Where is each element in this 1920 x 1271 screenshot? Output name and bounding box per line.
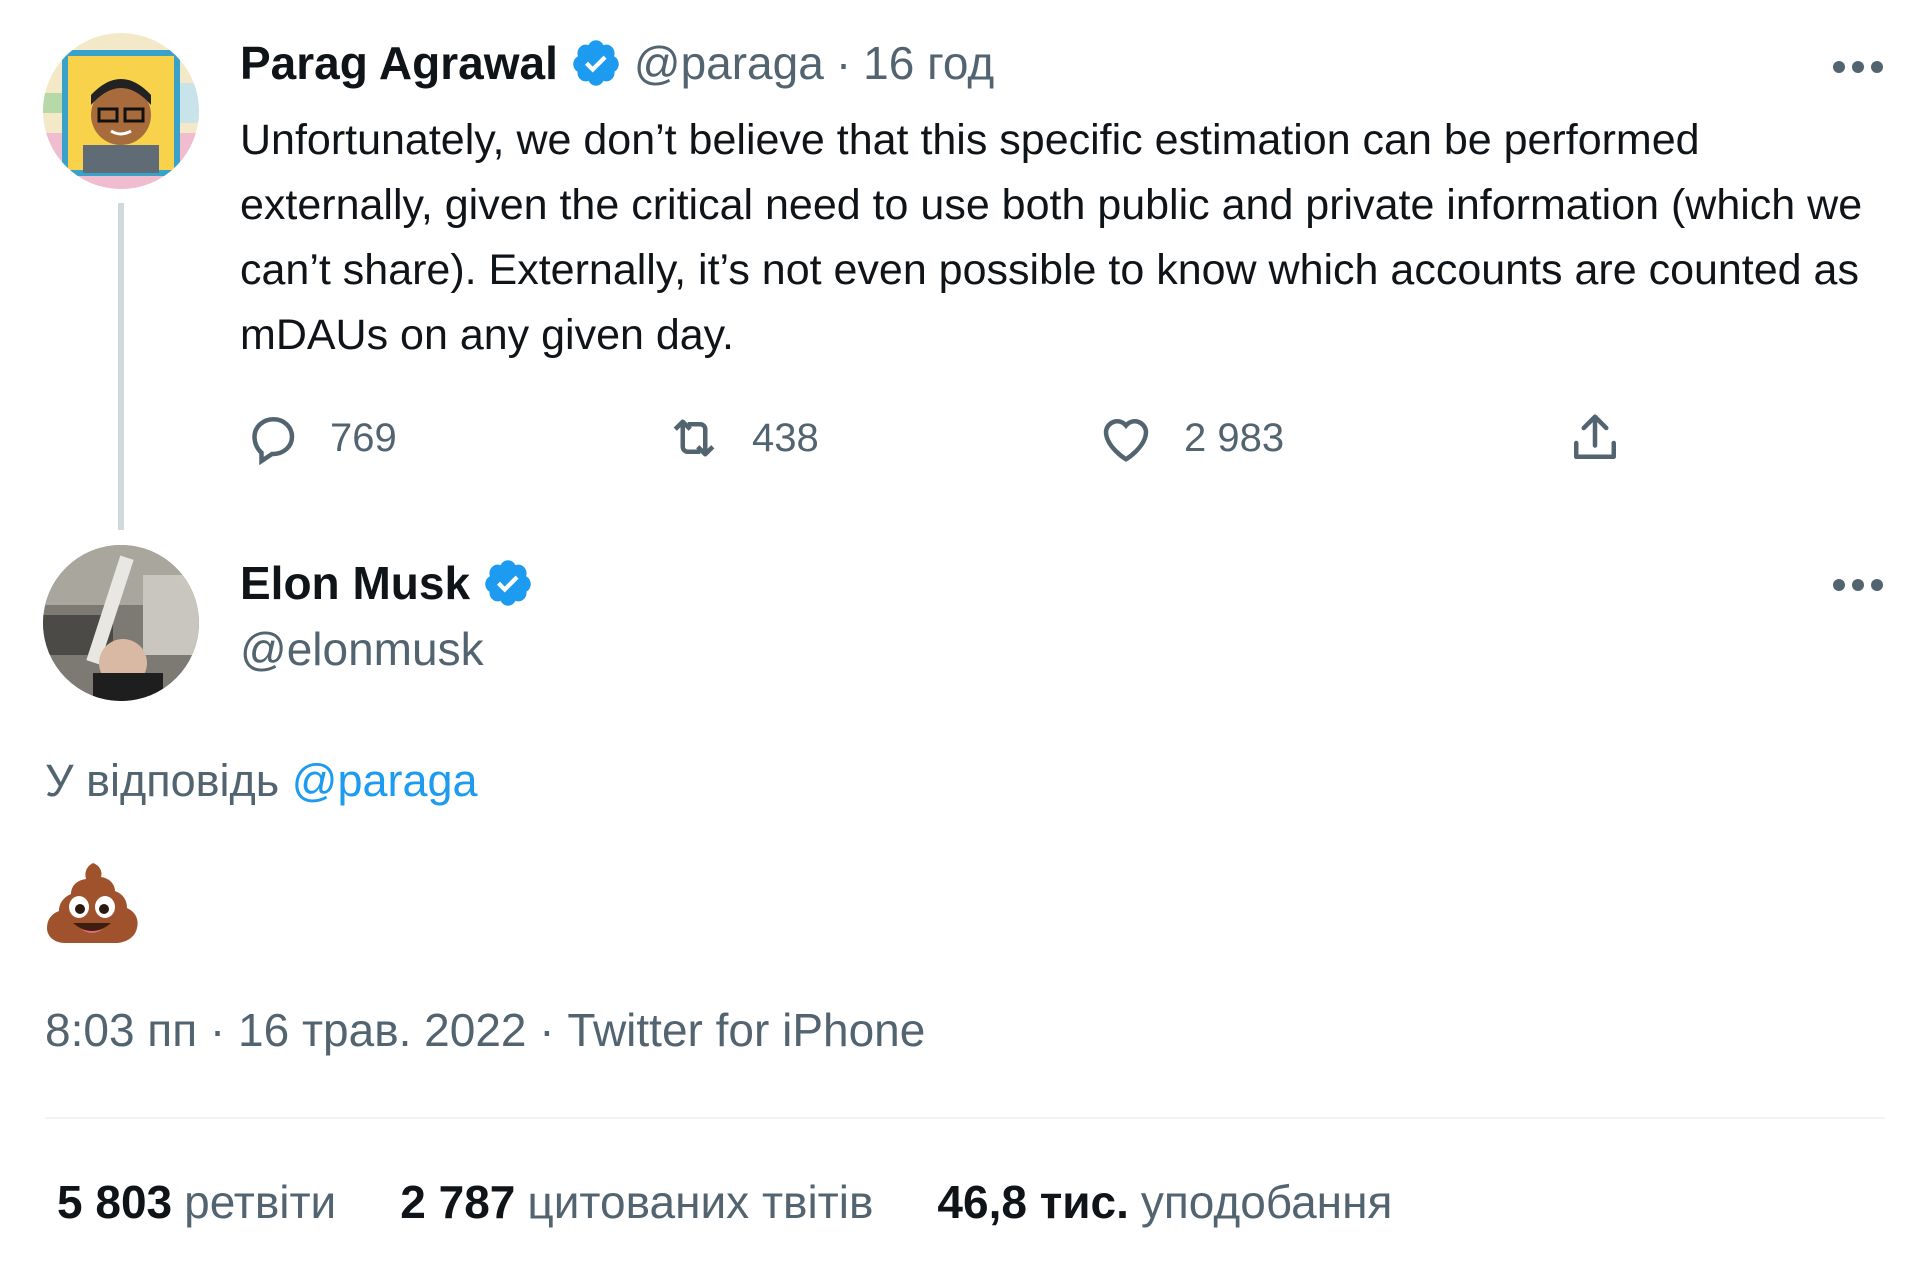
parag-avatar[interactable] [43, 33, 199, 189]
more-options-icon[interactable] [1832, 578, 1884, 592]
reply-action[interactable]: 769 [242, 408, 397, 468]
likes-total: 46,8 тис. [937, 1176, 1129, 1228]
main-author-handle[interactable]: @elonmusk [240, 622, 484, 676]
like-action[interactable]: 2 983 [1096, 408, 1284, 468]
retweet-action[interactable]: 438 [664, 408, 819, 468]
header-separator: · [835, 37, 852, 89]
reply-icon [252, 416, 295, 466]
main-tweet-header: Elon Musk [240, 556, 534, 610]
quote-tweets-total: 2 787 [400, 1176, 516, 1228]
pile-of-poo-emoji-icon [47, 863, 138, 943]
parent-author-name[interactable]: Parag Agrawal [240, 36, 558, 90]
retweet-count: 438 [752, 415, 819, 460]
quote-tweets-label: цитованих твітів [527, 1176, 874, 1228]
likes-stat[interactable]: 46,8 тис. уподобання [937, 1175, 1392, 1229]
retweets-total: 5 803 [57, 1176, 173, 1228]
reply-mention-link[interactable]: @paraga [292, 755, 478, 806]
divider [45, 1117, 1885, 1119]
replying-to: У відповідь @paraga [45, 755, 478, 807]
tweet-timestamp[interactable]: 8:03 пп · 16 трав. 2022 · Twitter for iP… [45, 1003, 925, 1057]
verified-badge-icon [573, 40, 619, 86]
quote-tweets-stat[interactable]: 2 787 цитованих твітів [400, 1175, 873, 1229]
share-icon [1574, 414, 1616, 459]
retweet-icon [673, 419, 715, 457]
likes-label: уподобання [1140, 1176, 1393, 1228]
parent-tweet-header: Parag Agrawal @paraga · 16 год [240, 36, 994, 90]
parent-tweet-text: Unfortunately, we don’t believe that thi… [240, 116, 1863, 359]
more-options-icon[interactable] [1832, 60, 1884, 74]
parent-time-ago[interactable]: 16 год [863, 36, 994, 90]
heart-icon [1103, 419, 1149, 462]
engagement-stats: 5 803 ретвіти 2 787 цитованих твітів 46,8 … [57, 1175, 1392, 1229]
like-count: 2 983 [1184, 415, 1285, 460]
thread-connector-line [118, 203, 124, 530]
main-author-name[interactable]: Elon Musk [240, 556, 470, 610]
reply-count: 769 [330, 415, 397, 460]
retweets-stat[interactable]: 5 803 ретвіти [57, 1175, 336, 1229]
verified-badge-icon [485, 560, 531, 606]
retweets-label: ретвіти [184, 1176, 337, 1228]
elon-avatar[interactable] [43, 545, 199, 701]
parent-author-handle[interactable]: @paraga [634, 36, 824, 90]
replying-to-label: У відповідь [45, 755, 280, 806]
share-action[interactable] [1565, 408, 1625, 468]
